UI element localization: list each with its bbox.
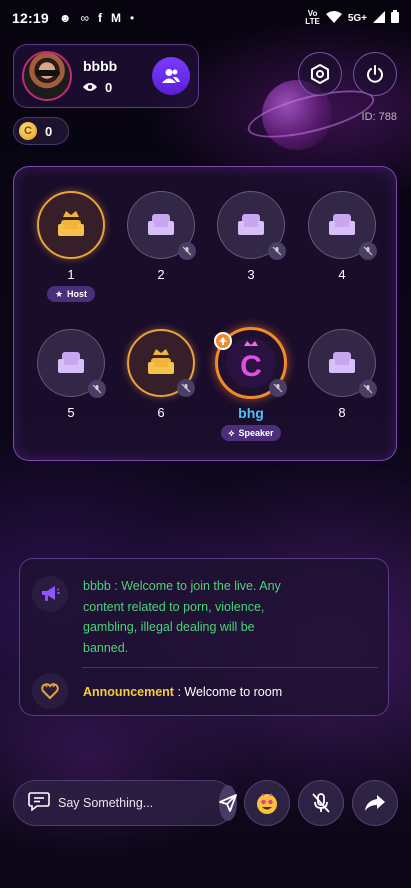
mic-off-icon [177, 379, 195, 397]
emoji-icon [257, 793, 277, 814]
dot-icon: • [130, 11, 135, 25]
seat-1-circle[interactable] [37, 191, 105, 259]
send-button[interactable] [219, 785, 237, 821]
seat-3-circle[interactable] [217, 191, 286, 260]
seat-7[interactable]: C bhg ⟡ Speaker [214, 327, 288, 441]
seat-7-name: bhg [238, 405, 264, 421]
seat-4-number: 4 [338, 267, 346, 282]
arrow-up-icon [214, 332, 232, 350]
app-notification-icon: ☻ [58, 11, 72, 25]
owner-name: bbbb [83, 57, 118, 74]
seat-2[interactable]: 2 [126, 191, 196, 282]
power-icon [367, 65, 383, 83]
announcement-label: Announcement [83, 685, 174, 699]
sound-wave-icon: ⟡ [228, 427, 235, 438]
viewer-count: 0 [83, 80, 117, 95]
crown-sofa-icon [148, 349, 174, 374]
mic-off-icon [269, 379, 287, 397]
glasses-icon: ∞ [80, 11, 90, 25]
system-welcome-message: bbbb : Welcome to join the live. Any con… [83, 579, 281, 655]
emoji-button[interactable] [244, 780, 290, 826]
mic-off-icon [359, 380, 377, 398]
share-icon [365, 795, 385, 811]
chat-message-panel[interactable]: bbbb : Welcome to join the live. Any con… [19, 558, 389, 716]
mic-off-icon [359, 242, 377, 260]
seat-2-circle[interactable] [127, 191, 196, 260]
eye-icon [83, 80, 97, 95]
add-friends-icon [162, 69, 180, 83]
status-notification-icons: ☻ ∞ f M • [59, 11, 134, 25]
seat-2-number: 2 [157, 267, 165, 282]
svg-text:C: C [240, 350, 262, 383]
status-time: 12:19 [12, 10, 49, 26]
seat-6[interactable]: 6 [126, 329, 196, 420]
battery-icon [391, 10, 399, 26]
mic-seat-panel: 1 ★ Host 2 3 4 5 6 C bhg ⟡ Speaker 8 [13, 166, 397, 461]
exit-room-button[interactable] [353, 52, 397, 96]
announcement-text: : Welcome to room [173, 685, 283, 699]
settings-button[interactable] [298, 52, 342, 96]
seat-6-circle[interactable] [127, 329, 195, 397]
sofa-icon [329, 352, 355, 373]
host-badge: ★ Host [46, 286, 96, 302]
signal-icon [373, 10, 385, 26]
volte-icon: Vo LTE [305, 9, 320, 26]
seat-8-number: 8 [338, 405, 346, 420]
avatar[interactable] [22, 51, 72, 101]
chat-input-bar[interactable] [13, 780, 237, 826]
sofa-icon [238, 214, 264, 235]
settings-hex-icon [311, 64, 329, 84]
seat-5-number: 5 [67, 405, 75, 420]
network-type: 5G+ [347, 12, 367, 24]
speaker-badge: ⟡ Speaker [220, 425, 282, 441]
chat-icon[interactable] [28, 791, 50, 816]
sofa-icon [329, 214, 355, 235]
mic-off-icon [178, 242, 196, 260]
sofa-icon [58, 352, 84, 373]
seat-8[interactable]: 8 [307, 329, 377, 420]
members-button[interactable] [152, 57, 190, 95]
share-button[interactable] [352, 780, 398, 826]
megaphone-icon [32, 576, 68, 612]
facebook-icon: f [98, 11, 103, 25]
seat-5-circle[interactable] [37, 329, 106, 398]
announcement-heart-icon [32, 673, 68, 709]
status-right: Vo LTE 5G+ [305, 10, 399, 26]
mic-off-icon [88, 380, 106, 398]
mic-off-icon [312, 793, 330, 813]
seat-1[interactable]: 1 ★ Host [36, 191, 106, 302]
seat-3-number: 3 [247, 267, 255, 282]
announcement-message: Announcement : Welcome to room [83, 685, 282, 699]
message-divider [82, 667, 378, 668]
send-icon [219, 794, 237, 812]
wifi-icon [325, 10, 342, 26]
crown-sofa-icon [58, 211, 84, 236]
seat-4-circle[interactable] [308, 191, 377, 260]
gmail-icon: M [111, 11, 122, 25]
seat-8-circle[interactable] [308, 329, 377, 398]
seat-6-number: 6 [157, 405, 165, 420]
sofa-icon [148, 214, 174, 235]
seat-1-number: 1 [67, 267, 75, 282]
coin-amount: 0 [45, 123, 53, 139]
owner-info: bbbb 0 [83, 58, 117, 95]
viewer-count-value: 0 [105, 79, 113, 95]
coin-icon: C [19, 122, 37, 140]
seat-7-circle[interactable]: C [214, 327, 287, 399]
seat-5[interactable]: 5 [36, 329, 106, 420]
seat-4[interactable]: 4 [307, 191, 377, 282]
mic-off-icon [268, 242, 286, 260]
mic-toggle-button[interactable] [298, 780, 344, 826]
status-bar: 12:19 ☻ ∞ f M • Vo LTE 5G+ [0, 0, 411, 36]
room-owner-card[interactable]: bbbb 0 [13, 44, 199, 108]
chat-message-input[interactable] [58, 796, 219, 810]
seat-3[interactable]: 3 [216, 191, 286, 282]
room-id: ID: 788 [361, 111, 397, 123]
star-icon: ★ [54, 288, 64, 299]
coin-balance[interactable]: C 0 [13, 117, 69, 145]
